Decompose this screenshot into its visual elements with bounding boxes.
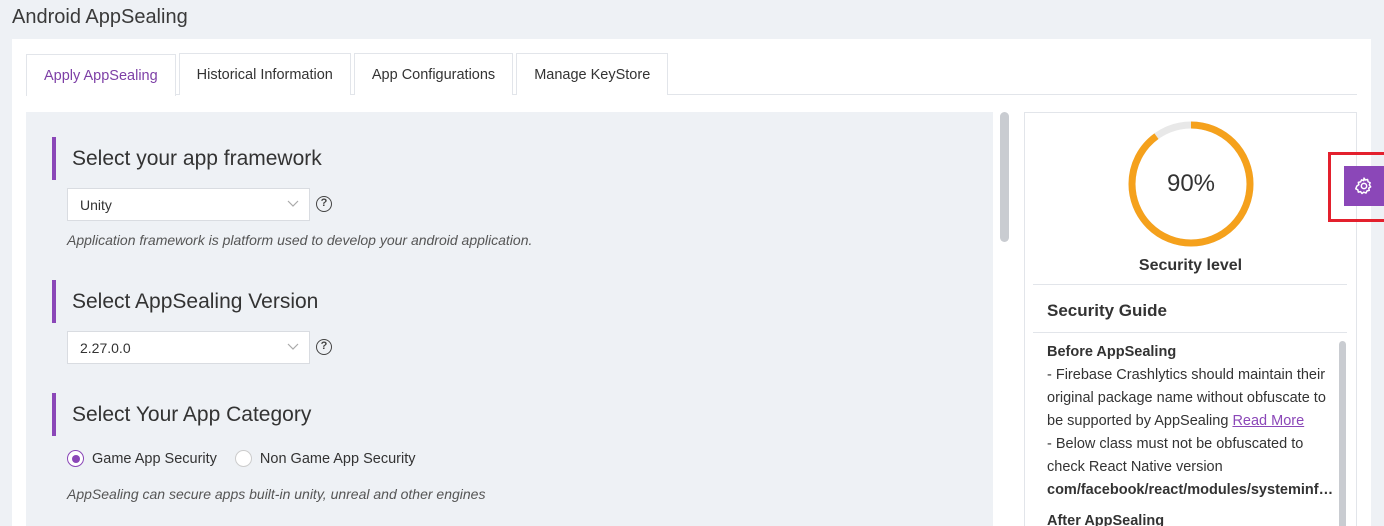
guide-item: - Firebase Crashlytics should maintain t… [1047,364,1339,433]
settings-panel: Select your app framework Unity ? Applic… [26,112,993,526]
main-scrollbar[interactable] [1000,112,1009,526]
tab-bar: Apply AppSealing Historical Information … [26,53,1357,96]
version-select-value: 2.27.0.0 [80,339,131,356]
after-appsealing-heading: After AppSealing [1047,513,1165,526]
question-circle-icon[interactable]: ? [316,196,332,212]
chevron-down-icon [287,200,299,207]
main-scrollbar-thumb[interactable] [1000,112,1009,242]
version-section: Select AppSealing Version 2.27.0.0 ? [52,280,952,370]
security-guide-body: Before AppSealing - Firebase Crashlytics… [1047,341,1339,526]
category-hint: AppSealing can secure apps built-in unit… [67,486,486,502]
framework-select-value: Unity [80,196,112,213]
framework-title: Select your app framework [52,137,952,180]
content-card: Apply AppSealing Historical Information … [12,39,1371,526]
non-game-app-radio[interactable] [234,450,252,467]
guide-scrollbar[interactable] [1339,341,1346,526]
category-radio-group: Game App Security Non Game App Security [67,450,433,467]
security-level-label: Security level [1138,257,1243,274]
page-title: Android AppSealing [12,6,188,28]
game-app-radio[interactable] [67,450,84,467]
guide-line-2: - Below class must not be obfuscated to … [1047,436,1304,475]
before-appsealing-heading: Before AppSealing [1047,344,1177,360]
tab-historical-information[interactable]: Historical Information [178,53,351,95]
guide-code: com/facebook/react/modules/systeminfo/Re… [1047,482,1339,498]
tab-apply-appsealing[interactable]: Apply AppSealing [26,54,176,96]
security-side-panel: 90% Security level Security Guide Before… [1024,112,1357,526]
security-percent: 90% [1166,170,1216,197]
divider [1033,332,1347,333]
question-circle-icon[interactable]: ? [316,339,332,355]
settings-gear-button[interactable] [1344,166,1384,206]
non-game-app-label[interactable]: Non Game App Security [260,451,416,467]
category-title: Select Your App Category [52,393,952,436]
framework-select[interactable]: Unity [67,188,310,221]
tab-app-configurations[interactable]: App Configurations [353,53,514,95]
tab-manage-keystore[interactable]: Manage KeyStore [516,53,669,95]
framework-hint: Application framework is platform used t… [67,232,533,248]
divider [1033,284,1347,285]
version-select[interactable]: 2.27.0.0 [67,331,310,364]
category-section: Select Your App Category Game App Securi… [52,393,952,513]
chevron-down-icon [287,343,299,350]
version-title: Select AppSealing Version [52,280,952,323]
read-more-link[interactable]: Read More [1232,413,1304,429]
security-guide-title: Security Guide [1047,301,1167,320]
game-app-label[interactable]: Game App Security [92,451,217,467]
framework-section: Select your app framework Unity ? Applic… [52,137,952,257]
gear-icon [1355,177,1372,195]
